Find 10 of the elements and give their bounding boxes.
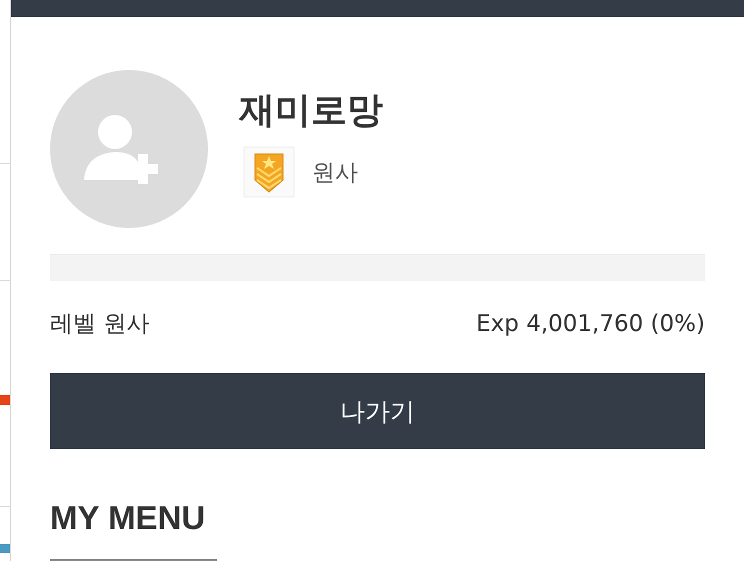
user-name: 재미로망	[239, 89, 383, 133]
accent-bar	[0, 544, 10, 553]
exp-reading: Exp 4,001,760 (0%)	[476, 310, 705, 339]
section-heading: MY MENU	[50, 498, 206, 538]
accent-bar	[0, 395, 10, 405]
logout-button[interactable]: 나가기	[50, 373, 705, 449]
rank-insignia-icon	[243, 146, 295, 198]
rank-label: 원사	[312, 158, 358, 188]
add-user-icon[interactable]	[50, 70, 208, 228]
level-label: 레벨 원사	[50, 310, 150, 339]
